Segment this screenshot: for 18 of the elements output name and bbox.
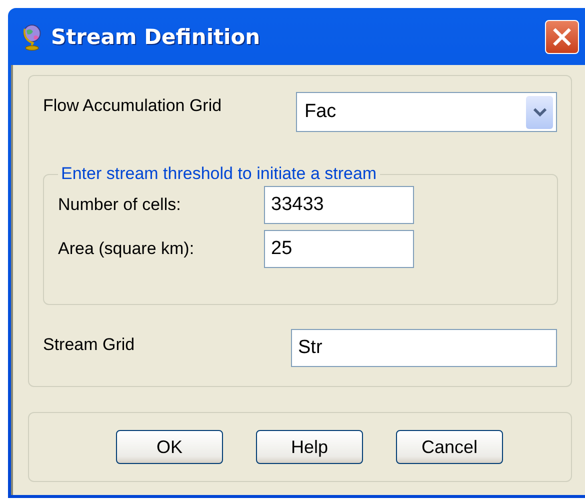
dropdown-field[interactable]: Fac [296, 92, 557, 132]
dialog-button[interactable]: OK [116, 430, 223, 464]
input-field[interactable]: 33433 [264, 186, 414, 224]
dialog-button[interactable]: Help [256, 430, 363, 464]
chevron-down-icon [532, 108, 546, 116]
window-title: Stream Definition [51, 24, 262, 48]
close-button[interactable] [545, 20, 579, 54]
dropdown-button[interactable] [526, 96, 553, 128]
globe-icon [21, 22, 43, 50]
field-label: Number of cells: [58, 195, 182, 215]
group-legend: Enter stream threshold to initiate a stream [58, 164, 380, 184]
field-label: Flow Accumulation Grid [43, 96, 223, 116]
close-icon [551, 26, 573, 48]
field-label: Stream Grid [43, 335, 136, 355]
input-field[interactable]: Str [291, 329, 557, 367]
dialog-button[interactable]: Cancel [396, 430, 503, 464]
input-field[interactable]: 25 [264, 230, 414, 268]
field-label: Area (square km): [58, 239, 196, 259]
